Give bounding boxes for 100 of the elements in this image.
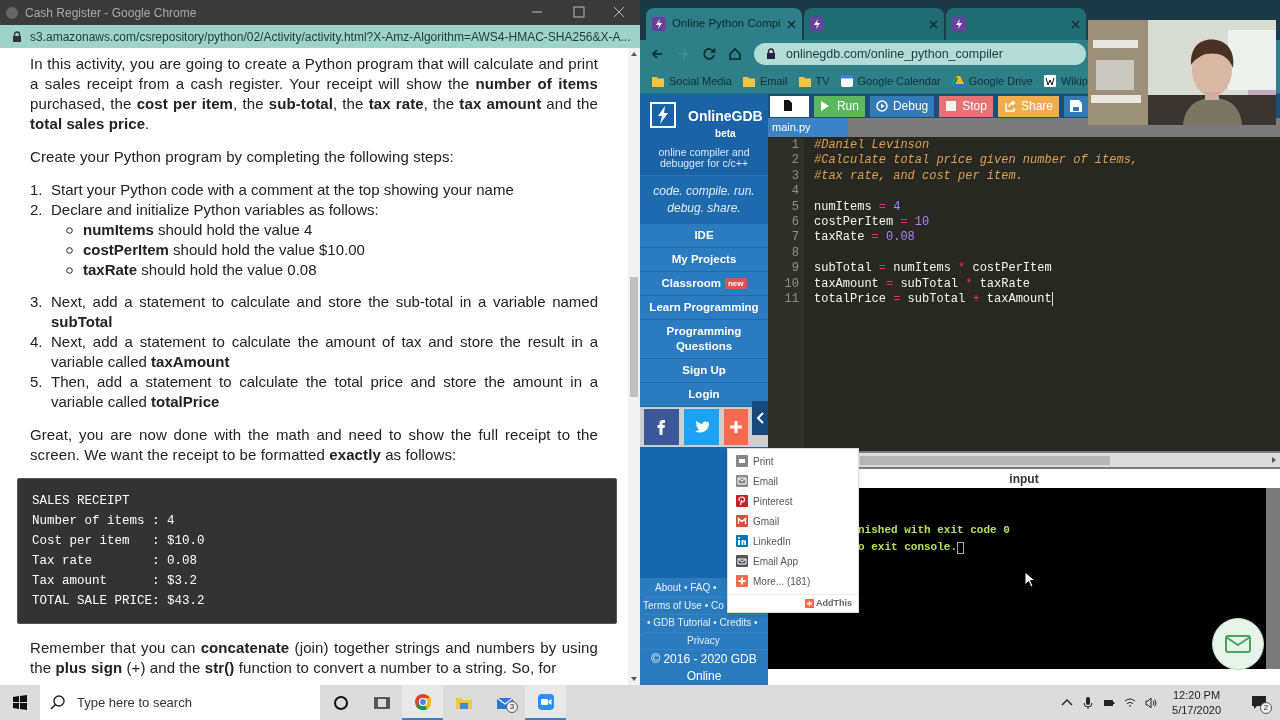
wifi-icon[interactable] — [1124, 696, 1137, 709]
paragraph: Create your Python program by completing the following steps: — [30, 147, 455, 167]
printer-icon — [736, 455, 748, 467]
bookmark[interactable]: TV — [798, 72, 830, 90]
close-icon[interactable] — [787, 19, 796, 29]
list-number: 3. — [30, 292, 44, 312]
search-field[interactable]: Type here to search — [40, 685, 320, 720]
nav-link[interactable]: IDE — [640, 224, 768, 248]
menu-item[interactable]: LinkedIn — [728, 531, 858, 551]
back-icon[interactable] — [650, 47, 664, 61]
line-number: 1 — [790, 138, 799, 154]
stop-icon — [945, 100, 958, 112]
video-camera-icon — [537, 693, 554, 710]
close-icon[interactable] — [1071, 19, 1080, 29]
copyright-text: © 2016 - 2020 GDB Online — [650, 651, 758, 685]
envelope-icon — [1225, 635, 1251, 653]
list-number: 4. — [30, 332, 44, 352]
list-item-text: Then, add a statement to calculate the total price and store the amount in a variable called totalPrice — [51, 372, 598, 412]
scrollbar-thumb[interactable] — [860, 455, 1110, 465]
nav-link[interactable]: Programming Questions — [640, 320, 768, 359]
close-icon[interactable] — [929, 19, 938, 29]
list-item-text: Start your Python code with a comment at the top showing your name — [51, 180, 515, 200]
line-number: 3 — [790, 168, 799, 185]
share-button[interactable] — [644, 409, 679, 445]
console-text: nished with exit code 0 — [858, 523, 1010, 538]
calendar-icon — [840, 75, 853, 87]
code-block: SALES RECEIPT Number of items : 4 Cost per item : $10.0 Tax rate : 0.08 Tax amount : $3.2 TOTAL SALE PRICE: $43.2 — [17, 478, 617, 624]
bolt-icon — [952, 17, 966, 31]
share-icon — [1003, 100, 1016, 112]
scroll-down-icon[interactable] — [630, 676, 638, 682]
footer-link[interactable]: • GDB Tutorial • Credits • — [647, 617, 758, 628]
paragraph: Great, you are now done with the math and need to show the full receipt to the screen. We want the receipt to be formatted exactly as follows: — [30, 425, 598, 465]
twitter-icon — [693, 419, 710, 435]
brand-name: OnlineGDB — [688, 107, 763, 126]
notification-button[interactable]: 2 — [1244, 685, 1274, 720]
bookmark[interactable]: Social Media — [652, 72, 732, 90]
envelope-icon — [736, 555, 748, 567]
new-file-button[interactable] — [770, 95, 809, 117]
clock-date[interactable]: 5/17/2020 — [1172, 702, 1221, 718]
footer-link[interactable]: Privacy — [687, 634, 720, 646]
list-item-text: costPerItem should hold the value $10.00 — [83, 240, 365, 260]
nav-link[interactable]: Learn Programming — [640, 296, 768, 320]
nav-link[interactable]: My Projects — [640, 248, 768, 272]
nav-link[interactable]: Login — [640, 383, 768, 407]
nav-link[interactable]: Sign Up — [640, 359, 768, 383]
list-number: 1. — [30, 180, 44, 200]
code-line: #Calculate total price given number of items, — [814, 153, 1139, 169]
code-line: taxAmount = subTotal * taxRate — [814, 276, 1031, 292]
plus-icon — [728, 419, 744, 435]
bookmark[interactable]: Email — [743, 72, 788, 90]
taskbar-app[interactable]: 3 — [484, 685, 525, 720]
file-tab[interactable]: main.py — [768, 118, 848, 137]
debug-button[interactable]: Debug — [869, 95, 935, 117]
bookmark[interactable]: Google Drive — [951, 72, 1033, 90]
run-button[interactable]: Run — [813, 95, 865, 117]
address-bar[interactable]: onlinegdb.com/online_python_compiler — [754, 43, 1086, 65]
footer-link[interactable]: Terms of Use • Co — [643, 599, 724, 611]
collapse-button[interactable] — [752, 401, 768, 435]
stop-button[interactable]: Stop — [939, 95, 993, 117]
task-view-icon — [373, 694, 390, 711]
footer-link[interactable]: About • FAQ • — [655, 582, 717, 593]
linkedin-icon — [736, 535, 748, 547]
scroll-up-icon[interactable] — [630, 51, 638, 57]
menu-item[interactable]: Gmail — [728, 511, 858, 531]
microphone-icon[interactable] — [1082, 696, 1095, 709]
bullet-icon — [66, 226, 73, 234]
plus-icon — [736, 575, 748, 587]
wiki-icon — [1043, 75, 1056, 87]
home-icon[interactable] — [728, 47, 742, 61]
menu-item[interactable]: More... (181) — [728, 571, 858, 591]
code-line: totalPrice = subTotal + taxAmount — [814, 291, 1052, 308]
save-button[interactable] — [1064, 95, 1088, 117]
search-icon — [50, 695, 65, 710]
browser-tab[interactable]: Online Python Compi — [646, 8, 802, 40]
addthis-link[interactable]: AddThis — [816, 596, 852, 611]
code-line: #Daniel Levinson — [814, 138, 930, 154]
maximize-icon[interactable] — [570, 6, 588, 18]
bookmark[interactable]: Wikip — [1043, 72, 1088, 90]
scroll-right-icon[interactable] — [1271, 456, 1277, 464]
triangle-icon — [951, 75, 964, 87]
menu-item[interactable]: Pinterest — [728, 491, 858, 511]
url-text: onlinegdb.com/online_python_compiler — [786, 45, 1003, 63]
volume-icon[interactable] — [1145, 696, 1158, 709]
bookmark[interactable]: Google Calendar — [840, 72, 941, 90]
share-button[interactable] — [684, 409, 719, 445]
tab-title: Online Python Compi — [672, 16, 781, 32]
list-number: 5. — [30, 372, 44, 392]
clock-time[interactable]: 12:20 PM — [1173, 687, 1221, 703]
nav-link[interactable]: Classroom new — [640, 272, 768, 296]
chevron-left-icon — [755, 412, 765, 424]
folder-icon — [798, 75, 811, 87]
scrollbar-thumb[interactable] — [630, 277, 638, 397]
menu-item[interactable]: Print — [728, 451, 858, 471]
paragraph: Remember that you can concatenate (join) together strings and numbers by using the plus sign (+) and the str() function to convert a number to a string. So, for — [30, 638, 598, 678]
reload-icon[interactable] — [702, 47, 716, 61]
scrollbar[interactable] — [628, 48, 640, 685]
motto: code. compile. run. debug. share. — [640, 176, 768, 224]
list-item-text: taxRate should hold the value 0.08 — [83, 260, 317, 280]
menu-item[interactable]: Email App — [728, 551, 858, 571]
code-line: #tax rate, and cost per item. — [814, 168, 1023, 185]
